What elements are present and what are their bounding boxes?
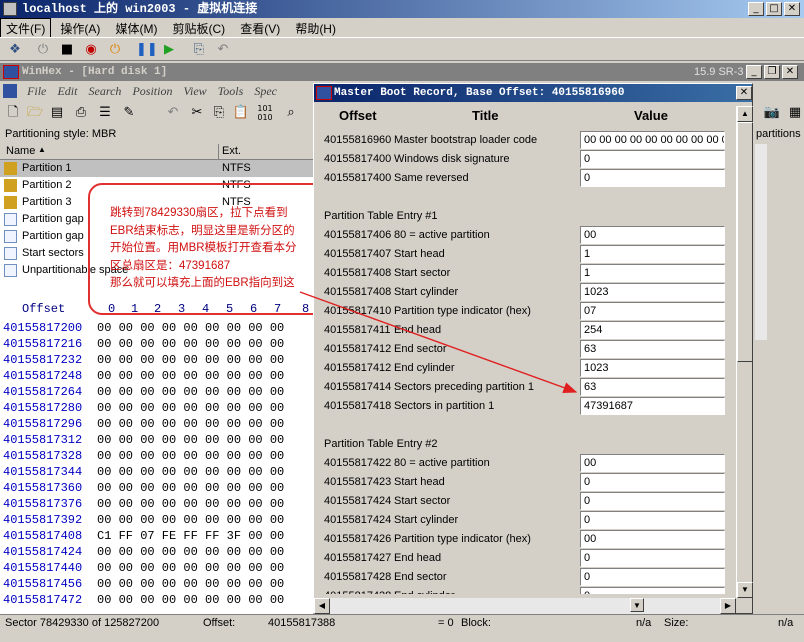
- status-block-value: n/a: [636, 617, 652, 629]
- status-block-label: Block:: [461, 617, 491, 629]
- status-size-label: Size:: [664, 617, 689, 629]
- status-offset-value: 40155817388: [268, 617, 336, 629]
- status-eq: = 0: [438, 617, 454, 629]
- status-sector: Sector 78429330 of 125827200: [5, 617, 160, 629]
- status-bar: Sector 78429330 of 125827200 Offset: 401…: [0, 614, 804, 632]
- status-size-value: n/a: [778, 617, 794, 629]
- status-offset-label: Offset:: [203, 617, 236, 629]
- annotation-arrow: [299, 291, 578, 393]
